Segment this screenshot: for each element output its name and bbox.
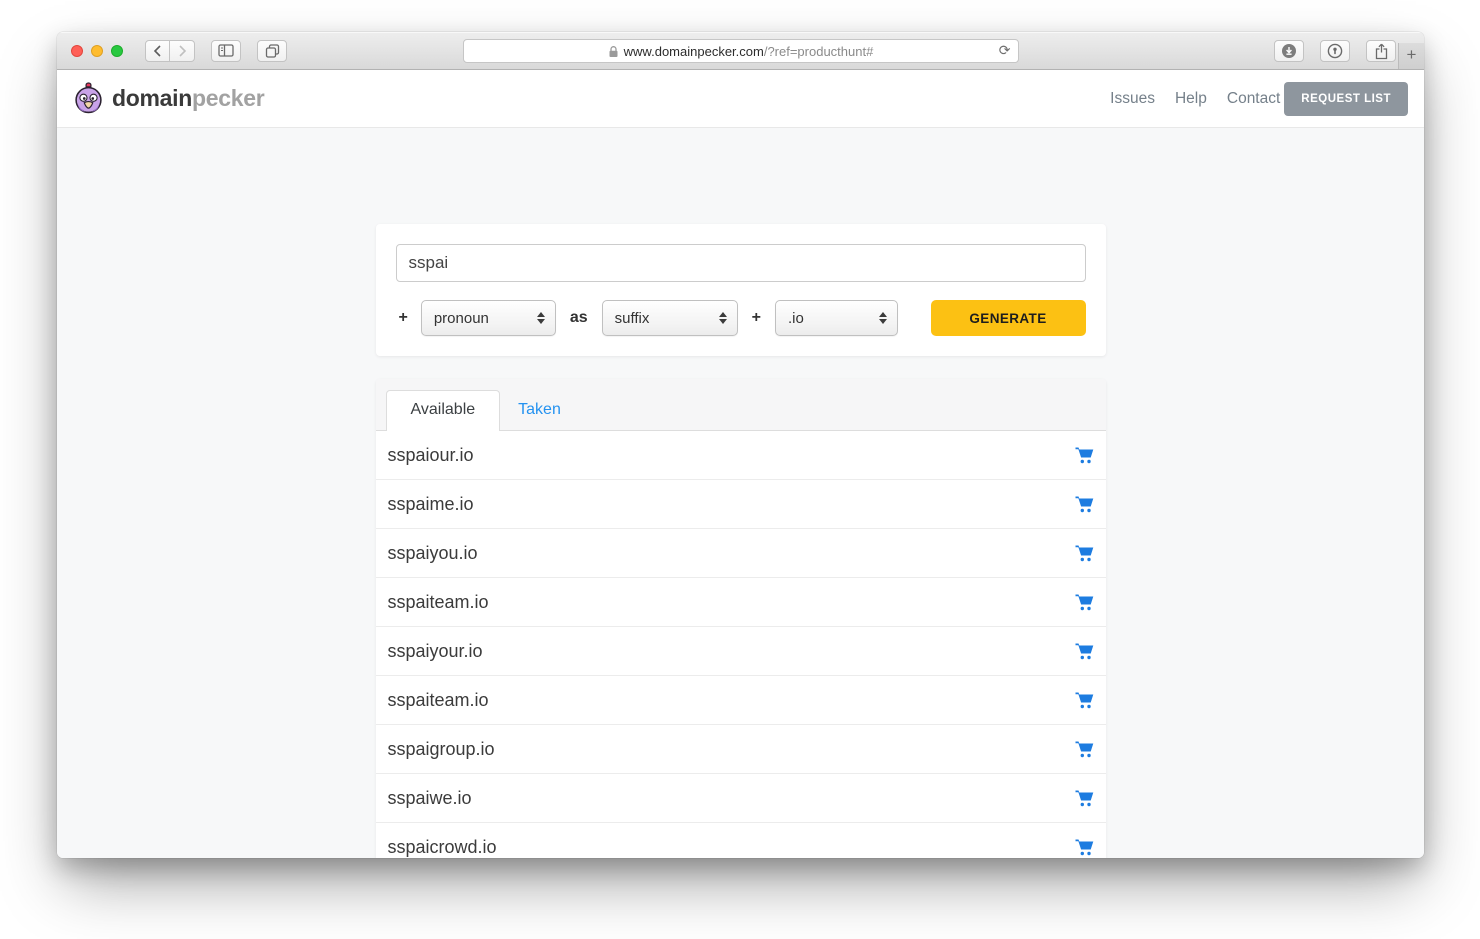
shopping-cart-icon <box>1075 594 1094 611</box>
wordlist-value: pronoun <box>434 310 489 327</box>
onepassword-icon <box>1327 43 1343 59</box>
sidebar-button[interactable] <box>211 40 241 62</box>
domain-row: sspaiyour.io <box>376 627 1106 676</box>
results-card: Available Taken sspaiour.io <box>376 379 1106 858</box>
position-select[interactable]: suffix <box>602 300 738 336</box>
forward-icon <box>176 44 188 58</box>
minimize-window-button[interactable] <box>91 45 103 57</box>
downloads-button[interactable] <box>1274 40 1304 62</box>
site-nav: Issues Help Contact <box>1110 90 1280 108</box>
share-button[interactable] <box>1366 40 1396 62</box>
domain-name: sspaiyou.io <box>388 543 478 564</box>
bird-logo-icon <box>73 82 104 115</box>
domain-row: sspaiour.io <box>376 431 1106 480</box>
shopping-cart-icon <box>1075 692 1094 709</box>
select-stepper-icon <box>537 312 545 324</box>
nav-link[interactable]: Help <box>1175 90 1207 108</box>
domain-row: sspaiteam.io <box>376 578 1106 627</box>
site-header: domainpecker Issues Help Contact REQUEST… <box>57 70 1424 128</box>
add-to-cart-button[interactable] <box>1075 447 1094 464</box>
download-icon <box>1281 43 1297 59</box>
shopping-cart-icon <box>1075 447 1094 464</box>
domain-name: sspaigroup.io <box>388 739 495 760</box>
domain-row: sspaigroup.io <box>376 725 1106 774</box>
results-tab-strip: Available Taken <box>376 379 1106 431</box>
wordlist-select[interactable]: pronoun <box>421 300 556 336</box>
as-label: as <box>570 309 588 327</box>
domain-list: sspaiour.io sspaime.io <box>376 431 1106 858</box>
tab-overview-button[interactable] <box>257 40 287 62</box>
shopping-cart-icon <box>1075 741 1094 758</box>
sidebar-icon <box>218 44 234 57</box>
tab-available[interactable]: Available <box>386 390 501 431</box>
toolbar-right <box>1274 40 1396 62</box>
keyword-input[interactable] <box>396 244 1086 282</box>
add-to-cart-button[interactable] <box>1075 839 1094 856</box>
domain-row: sspaime.io <box>376 480 1106 529</box>
share-icon <box>1374 43 1389 60</box>
url-host: www.domainpecker.com <box>624 44 764 59</box>
domain-row: sspaiteam.io <box>376 676 1106 725</box>
browser-window: www.domainpecker.com/?ref=producthunt# ⟳ <box>57 32 1424 858</box>
plus-separator: + <box>399 309 408 327</box>
tld-select[interactable]: .io <box>775 300 898 336</box>
onepassword-extension-button[interactable] <box>1320 40 1350 62</box>
logo-text-domain: domain <box>112 85 192 111</box>
tld-value: .io <box>788 310 804 327</box>
select-stepper-icon <box>719 312 727 324</box>
domain-name: sspaiteam.io <box>388 690 489 711</box>
domain-row: sspaiyou.io <box>376 529 1106 578</box>
lock-icon <box>608 45 619 58</box>
generator-controls: + pronoun as suffix + .io GENERATE <box>396 300 1086 336</box>
shopping-cart-icon <box>1075 839 1094 856</box>
shopping-cart-icon <box>1075 545 1094 562</box>
shopping-cart-icon <box>1075 496 1094 513</box>
logo-text-pecker: pecker <box>192 85 264 111</box>
history-nav <box>145 40 195 62</box>
zoom-window-button[interactable] <box>111 45 123 57</box>
window-controls <box>71 45 123 57</box>
request-list-button[interactable]: REQUEST LIST <box>1284 82 1408 116</box>
domain-name: sspaiyour.io <box>388 641 483 662</box>
generate-button[interactable]: GENERATE <box>931 300 1086 336</box>
nav-link[interactable]: Issues <box>1110 90 1155 108</box>
tab-overview-icon <box>265 44 280 58</box>
plus-separator: + <box>752 309 761 327</box>
domain-name: sspaiour.io <box>388 445 474 466</box>
new-tab-button[interactable]: + <box>1398 43 1424 69</box>
back-icon <box>152 44 164 58</box>
add-to-cart-button[interactable] <box>1075 594 1094 611</box>
domain-row: sspaicrowd.io <box>376 823 1106 858</box>
position-value: suffix <box>615 310 650 327</box>
add-to-cart-button[interactable] <box>1075 790 1094 807</box>
browser-toolbar: www.domainpecker.com/?ref=producthunt# ⟳ <box>57 32 1424 70</box>
add-to-cart-button[interactable] <box>1075 545 1094 562</box>
domain-name: sspaime.io <box>388 494 474 515</box>
address-bar[interactable]: www.domainpecker.com/?ref=producthunt# ⟳ <box>463 39 1019 63</box>
domain-row: sspaiwe.io <box>376 774 1106 823</box>
site-logo[interactable]: domainpecker <box>73 82 264 115</box>
domain-name: sspaiwe.io <box>388 788 472 809</box>
select-stepper-icon <box>879 312 887 324</box>
tab-taken[interactable]: Taken <box>500 391 585 430</box>
back-button[interactable] <box>145 40 170 62</box>
shopping-cart-icon <box>1075 643 1094 660</box>
add-to-cart-button[interactable] <box>1075 741 1094 758</box>
nav-link[interactable]: Contact <box>1227 90 1280 108</box>
add-to-cart-button[interactable] <box>1075 496 1094 513</box>
domain-name: sspaiteam.io <box>388 592 489 613</box>
forward-button[interactable] <box>170 40 195 62</box>
add-to-cart-button[interactable] <box>1075 692 1094 709</box>
generator-card: + pronoun as suffix + .io GENERATE <box>376 224 1106 356</box>
reload-button[interactable]: ⟳ <box>999 43 1011 57</box>
logo-text: domainpecker <box>112 85 264 112</box>
shopping-cart-icon <box>1075 790 1094 807</box>
add-to-cart-button[interactable] <box>1075 643 1094 660</box>
page-content: + pronoun as suffix + .io GENERATE <box>57 128 1424 858</box>
url-path: /?ref=producthunt# <box>764 44 874 59</box>
domain-name: sspaicrowd.io <box>388 837 497 858</box>
close-window-button[interactable] <box>71 45 83 57</box>
